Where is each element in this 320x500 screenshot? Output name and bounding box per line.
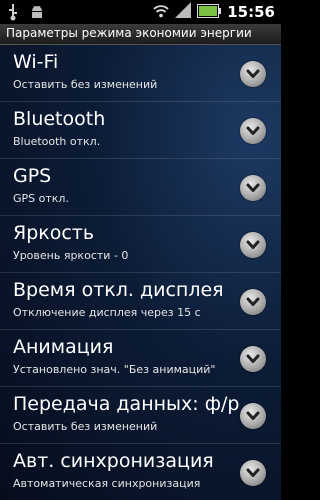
setting-value: Установлено знач. "Без анимаций" [13,363,216,376]
setting-brightness[interactable]: Яркость Уровень яркости - 0 [0,216,281,273]
setting-title: Авт. синхронизация [13,450,214,472]
setting-value: Оставить без изменений [13,78,158,91]
chevron-down-icon [246,240,260,249]
chevron-down-icon [246,69,260,78]
dropdown-button[interactable] [240,346,266,372]
dropdown-button[interactable] [240,289,266,315]
chevron-down-icon [246,468,260,477]
setting-value: Автоматическая синхронизация [13,477,201,490]
setting-value: Отключение дисплея через 15 с [13,306,201,319]
setting-animation[interactable]: Анимация Установлено знач. "Без анимаций… [0,330,281,387]
setting-data-transfer[interactable]: Передача данных: ф/р Оставить без измене… [0,387,281,444]
setting-title: Bluetooth [13,108,106,130]
setting-gps[interactable]: GPS GPS откл. [0,159,281,216]
setting-title: Wi-Fi [13,51,59,73]
android-debug-icon [30,4,44,24]
setting-value: Bluetooth откл. [13,135,101,148]
dropdown-button[interactable] [240,61,266,87]
dropdown-button[interactable] [240,232,266,258]
usb-icon [8,3,18,25]
setting-auto-sync[interactable]: Авт. синхронизация Автоматическая синхро… [0,444,281,500]
page-title: Параметры режима экономии энергии [6,26,252,40]
notification-icons [8,3,44,25]
chevron-down-icon [246,183,260,192]
chevron-down-icon [246,411,260,420]
dropdown-button[interactable] [240,175,266,201]
signal-icon [175,2,192,22]
battery-icon [197,3,222,22]
setting-value: GPS откл. [13,192,69,205]
wifi-icon [153,3,169,22]
dropdown-button[interactable] [240,403,266,429]
setting-title: Время откл. дисплея [13,279,224,301]
status-bar: 15:56 [0,0,281,24]
dropdown-button[interactable] [240,118,266,144]
setting-title: GPS [13,165,52,187]
status-time: 15:56 [227,3,275,21]
setting-value: Уровень яркости - 0 [13,249,129,262]
chevron-down-icon [246,354,260,363]
chevron-down-icon [246,297,260,306]
setting-value: Оставить без изменений [13,420,158,433]
system-icons: 15:56 [153,2,275,22]
setting-screen-timeout[interactable]: Время откл. дисплея Отключение дисплея ч… [0,273,281,330]
setting-title: Анимация [13,336,114,358]
setting-title: Яркость [13,222,95,244]
title-bar: Параметры режима экономии энергии [0,24,281,45]
chevron-down-icon [246,126,260,135]
settings-list[interactable]: Wi-Fi Оставить без изменений Bluetooth B… [0,45,281,500]
setting-wifi[interactable]: Wi-Fi Оставить без изменений [0,45,281,102]
setting-bluetooth[interactable]: Bluetooth Bluetooth откл. [0,102,281,159]
setting-title: Передача данных: ф/р [13,393,240,415]
dropdown-button[interactable] [240,460,266,486]
